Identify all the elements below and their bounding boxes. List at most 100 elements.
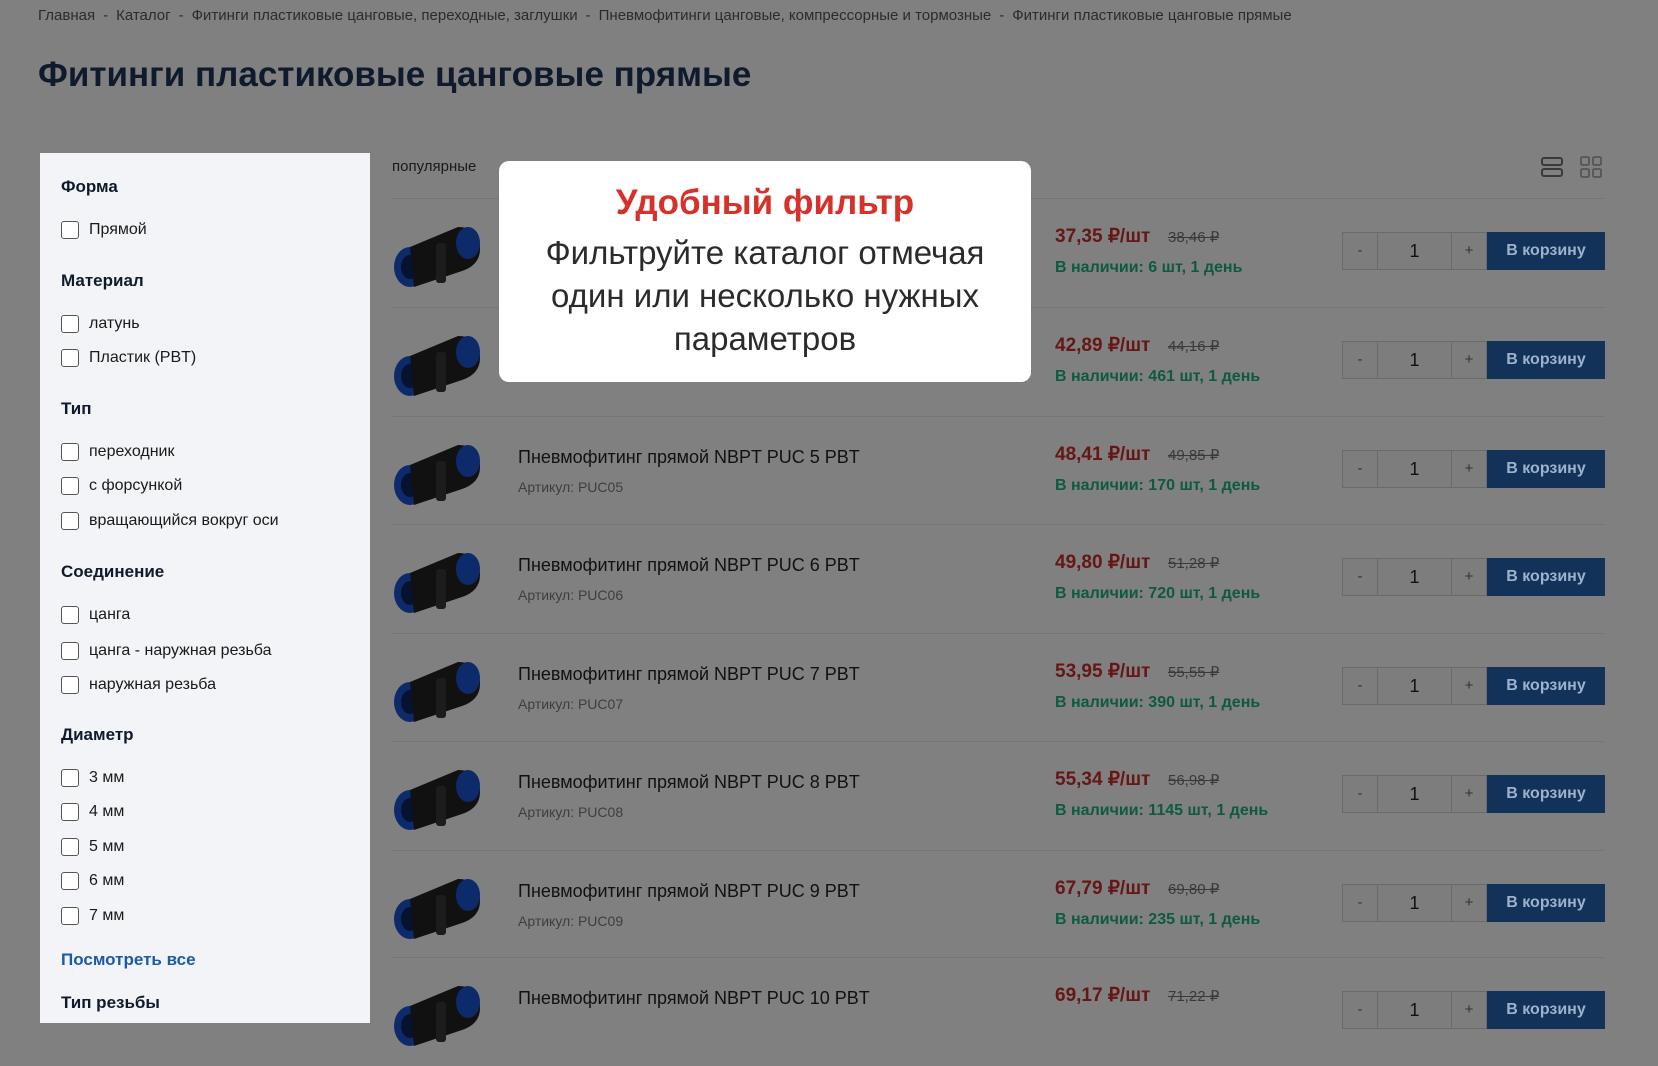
breadcrumb: Главная - Каталог - Фитинги пластиковые цанг… — [38, 7, 1292, 24]
checkbox[interactable] — [61, 221, 79, 239]
checkbox[interactable] — [61, 315, 79, 333]
product-image[interactable] — [392, 322, 486, 402]
filter-option-label: наружная резьба — [89, 676, 216, 693]
product-price: 55,34 ₽/шт — [1055, 769, 1151, 790]
filter-option[interactable]: цанга - наружная резьба — [61, 640, 272, 662]
filter-option[interactable]: Прямой — [61, 219, 147, 241]
grid-view-icon[interactable] — [1580, 156, 1602, 183]
add-to-cart-button[interactable]: В корзину — [1487, 450, 1605, 488]
filter-tooltip-popup: Удобный фильтр Фильтруйте каталог отмеча… — [499, 161, 1031, 382]
checkbox[interactable] — [61, 642, 79, 660]
add-to-cart-button[interactable]: В корзину — [1487, 232, 1605, 270]
product-name[interactable]: Пневмофитинг прямой NBPT PUC 8 PBT — [518, 772, 860, 793]
filter-group-type: Тип переходник с форсункой вращающийся в… — [61, 399, 279, 530]
qty-input[interactable]: 1 — [1377, 342, 1452, 378]
filter-option[interactable]: вращающийся вокруг оси — [61, 510, 279, 532]
checkbox[interactable] — [61, 606, 79, 624]
qty-plus-button[interactable]: + — [1452, 776, 1486, 812]
breadcrumb-home[interactable]: Главная — [38, 7, 95, 24]
qty-input[interactable]: 1 — [1377, 992, 1452, 1028]
add-to-cart-button[interactable]: В корзину — [1487, 775, 1605, 813]
product-old-price: 55,55 ₽ — [1168, 664, 1220, 681]
qty-input[interactable]: 1 — [1377, 885, 1452, 921]
filter-option-label: 3 мм — [89, 769, 125, 786]
filter-option-label: 7 мм — [89, 907, 125, 924]
product-name[interactable]: Пневмофитинг прямой NBPT PUC 6 PBT — [518, 555, 860, 576]
filter-option[interactable]: 4 мм — [61, 801, 124, 823]
checkbox[interactable] — [61, 477, 79, 495]
see-all-link[interactable]: Посмотреть все — [61, 950, 196, 970]
product-image[interactable] — [392, 648, 486, 728]
qty-input[interactable]: 1 — [1377, 451, 1452, 487]
add-to-cart-button[interactable]: В корзину — [1487, 558, 1605, 596]
qty-minus-button[interactable]: - — [1343, 885, 1377, 921]
qty-input[interactable]: 1 — [1377, 233, 1452, 269]
sort-popular[interactable]: популярные — [392, 158, 476, 175]
checkbox[interactable] — [61, 349, 79, 367]
qty-minus-button[interactable]: - — [1343, 559, 1377, 595]
filter-option-label: 6 мм — [89, 872, 125, 889]
add-to-cart-button[interactable]: В корзину — [1487, 667, 1605, 705]
qty-input[interactable]: 1 — [1377, 559, 1452, 595]
checkbox[interactable] — [61, 872, 79, 890]
breadcrumb-separator: - — [178, 7, 184, 24]
filter-option-label: цанга - наружная резьба — [89, 642, 272, 659]
qty-minus-button[interactable]: - — [1343, 233, 1377, 269]
list-view-icon[interactable] — [1541, 156, 1563, 183]
breadcrumb-fittings[interactable]: Фитинги пластиковые цанговые, переходные… — [192, 7, 578, 24]
breadcrumb-pneumo[interactable]: Пневмофитинги цанговые, компрессорные и … — [599, 7, 992, 24]
checkbox[interactable] — [61, 769, 79, 787]
qty-plus-button[interactable]: + — [1452, 992, 1486, 1028]
checkbox[interactable] — [61, 803, 79, 821]
qty-plus-button[interactable]: + — [1452, 668, 1486, 704]
product-name[interactable]: Пневмофитинг прямой NBPT PUC 10 PBT — [518, 988, 870, 1009]
qty-minus-button[interactable]: - — [1343, 451, 1377, 487]
qty-minus-button[interactable]: - — [1343, 776, 1377, 812]
filter-option[interactable]: Пластик (PBT) — [61, 347, 196, 369]
filter-option[interactable]: 6 мм — [61, 870, 124, 892]
filter-option[interactable]: цанга — [61, 604, 130, 626]
checkbox[interactable] — [61, 676, 79, 694]
qty-plus-button[interactable]: + — [1452, 342, 1486, 378]
qty-minus-button[interactable]: - — [1343, 668, 1377, 704]
filter-option[interactable]: переходник — [61, 441, 174, 463]
checkbox[interactable] — [61, 907, 79, 925]
qty-plus-button[interactable]: + — [1452, 885, 1486, 921]
filter-option[interactable]: 7 мм — [61, 905, 124, 927]
checkbox[interactable] — [61, 443, 79, 461]
product-row: Пневмофитинг прямой NBPT PUC 7 PBT Артику… — [392, 633, 1605, 742]
qty-minus-button[interactable]: - — [1343, 992, 1377, 1028]
product-image[interactable] — [392, 972, 486, 1052]
add-to-cart-button[interactable]: В корзину — [1487, 341, 1605, 379]
breadcrumb-catalog[interactable]: Каталог — [116, 7, 171, 24]
filter-option[interactable]: с форсункой — [61, 475, 182, 497]
product-image[interactable] — [392, 865, 486, 945]
filter-option[interactable]: наружная резьба — [61, 674, 216, 696]
checkbox[interactable] — [61, 838, 79, 856]
filter-sidebar: Форма Прямой Материал латунь Пластик (PB… — [40, 153, 370, 1023]
add-to-cart-button[interactable]: В корзину — [1487, 884, 1605, 922]
filter-option[interactable]: 5 мм — [61, 836, 124, 858]
add-to-cart-button[interactable]: В корзину — [1487, 991, 1605, 1029]
popup-title: Удобный фильтр — [615, 183, 915, 222]
product-name[interactable]: Пневмофитинг прямой NBPT PUC 7 PBT — [518, 664, 860, 685]
product-image[interactable] — [392, 431, 486, 511]
product-image[interactable] — [392, 756, 486, 836]
qty-plus-button[interactable]: + — [1452, 559, 1486, 595]
qty-minus-button[interactable]: - — [1343, 342, 1377, 378]
qty-input[interactable]: 1 — [1377, 668, 1452, 704]
filter-option-label: с форсункой — [89, 477, 183, 494]
product-name[interactable]: Пневмофитинг прямой NBPT PUC 5 PBT — [518, 447, 860, 468]
qty-input[interactable]: 1 — [1377, 776, 1452, 812]
filter-option[interactable]: латунь — [61, 313, 140, 335]
filter-option[interactable]: 3 мм — [61, 767, 124, 789]
qty-plus-button[interactable]: + — [1452, 451, 1486, 487]
product-image[interactable] — [392, 539, 486, 619]
product-image[interactable] — [392, 213, 486, 293]
checkbox[interactable] — [61, 512, 79, 530]
product-old-price: 51,28 ₽ — [1168, 555, 1220, 572]
qty-plus-button[interactable]: + — [1452, 233, 1486, 269]
filter-group-diameter: Диаметр 3 мм 4 мм 5 мм 6 мм 7 мм — [61, 725, 134, 925]
product-old-price: 49,85 ₽ — [1168, 447, 1220, 464]
product-name[interactable]: Пневмофитинг прямой NBPT PUC 9 PBT — [518, 881, 860, 902]
